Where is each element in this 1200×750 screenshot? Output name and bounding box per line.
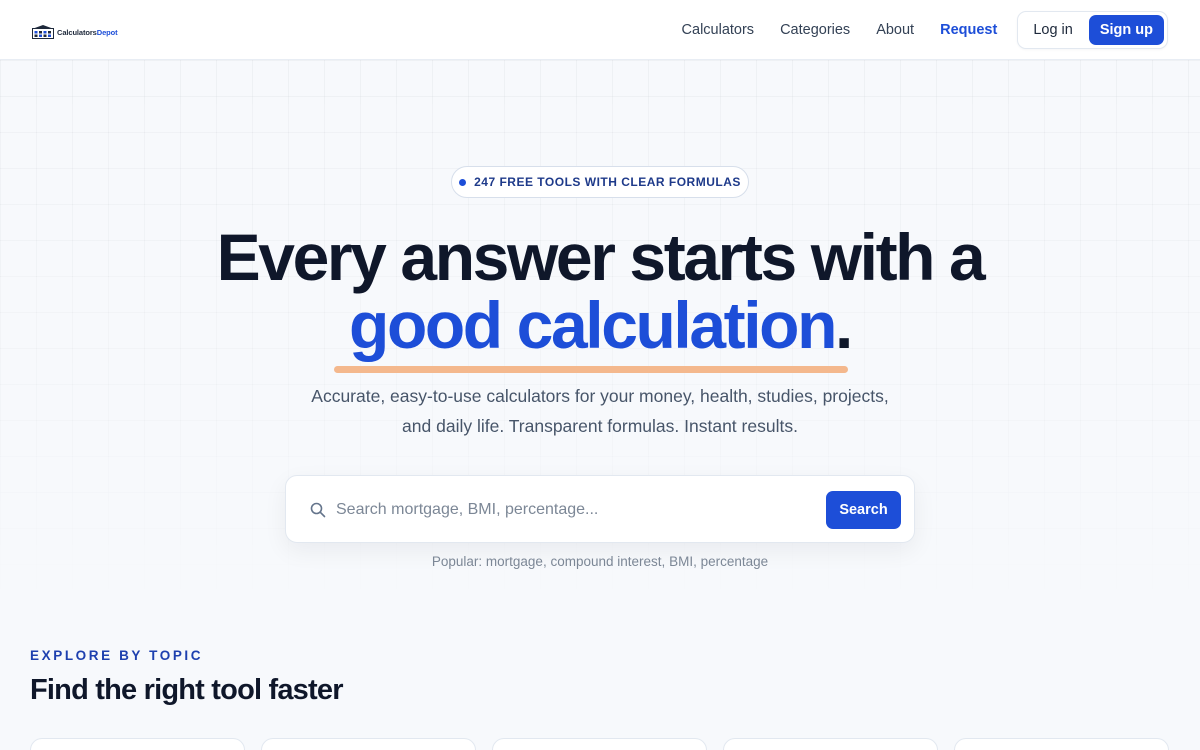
- explore-eyebrow: EXPLORE BY TOPIC: [30, 648, 204, 663]
- nav-link-about[interactable]: About: [876, 22, 914, 38]
- tools-count-badge: 247 FREE TOOLS WITH CLEAR FORMULAS: [451, 166, 749, 198]
- popular-searches: Popular: mortgage, compound interest, BM…: [0, 554, 1200, 569]
- hero-headline: Every answer starts with a good calculat…: [0, 222, 1200, 360]
- site-header: CalculatorsDepot Calculators Categories …: [0, 0, 1200, 60]
- search-box: Search: [285, 475, 915, 543]
- headline-line1: Every answer starts with a: [216, 220, 986, 294]
- nav-link-request[interactable]: Request: [940, 22, 997, 38]
- badge-dot-icon: [459, 178, 467, 186]
- topic-card[interactable]: [492, 738, 707, 750]
- brand-name-part1: Calculators: [57, 27, 97, 37]
- nav-link-calculators[interactable]: Calculators: [682, 22, 755, 38]
- search-button[interactable]: Search: [826, 491, 901, 529]
- building-icon: [32, 25, 54, 39]
- search-input[interactable]: [336, 496, 806, 524]
- popular-prefix: Popular:: [431, 554, 483, 569]
- brand-name: CalculatorsDepot: [57, 28, 118, 37]
- brand-name-part2: Depot: [96, 27, 118, 37]
- search-icon: [310, 502, 326, 518]
- topic-card[interactable]: [723, 738, 938, 750]
- headline-underline: [334, 366, 848, 373]
- hero-subtitle: Accurate, easy-to-use calculators for yo…: [250, 381, 950, 441]
- main-nav: Calculators Categories About Request Log…: [682, 11, 1168, 49]
- popular-link-percentage[interactable]: percentage: [701, 554, 769, 569]
- explore-title: Find the right tool faster: [30, 674, 343, 706]
- subtitle-line2: and daily life. Transparent formulas. In…: [402, 416, 798, 436]
- login-button[interactable]: Log in: [1021, 15, 1085, 45]
- headline-accent: good calculation: [349, 288, 837, 362]
- headline-line2: good calculation.: [0, 290, 1200, 360]
- popular-separator: ,: [661, 554, 670, 569]
- popular-link-bmi[interactable]: BMI: [669, 554, 693, 569]
- topic-card[interactable]: [261, 738, 476, 750]
- signup-button[interactable]: Sign up: [1088, 15, 1164, 45]
- brand-logo[interactable]: CalculatorsDepot: [32, 18, 122, 46]
- topic-card[interactable]: [30, 738, 245, 750]
- subtitle-line1: Accurate, easy-to-use calculators for yo…: [311, 386, 889, 406]
- badge-label: 247 FREE TOOLS WITH CLEAR FORMULAS: [474, 175, 741, 189]
- popular-link-mortgage[interactable]: mortgage: [486, 554, 543, 569]
- popular-separator: ,: [693, 554, 701, 569]
- popular-link-compound-interest[interactable]: compound interest: [550, 554, 661, 569]
- nav-link-categories[interactable]: Categories: [780, 22, 850, 38]
- headline-period: .: [835, 288, 853, 362]
- auth-group: Log in Sign up: [1017, 11, 1168, 49]
- topic-card[interactable]: [954, 738, 1169, 750]
